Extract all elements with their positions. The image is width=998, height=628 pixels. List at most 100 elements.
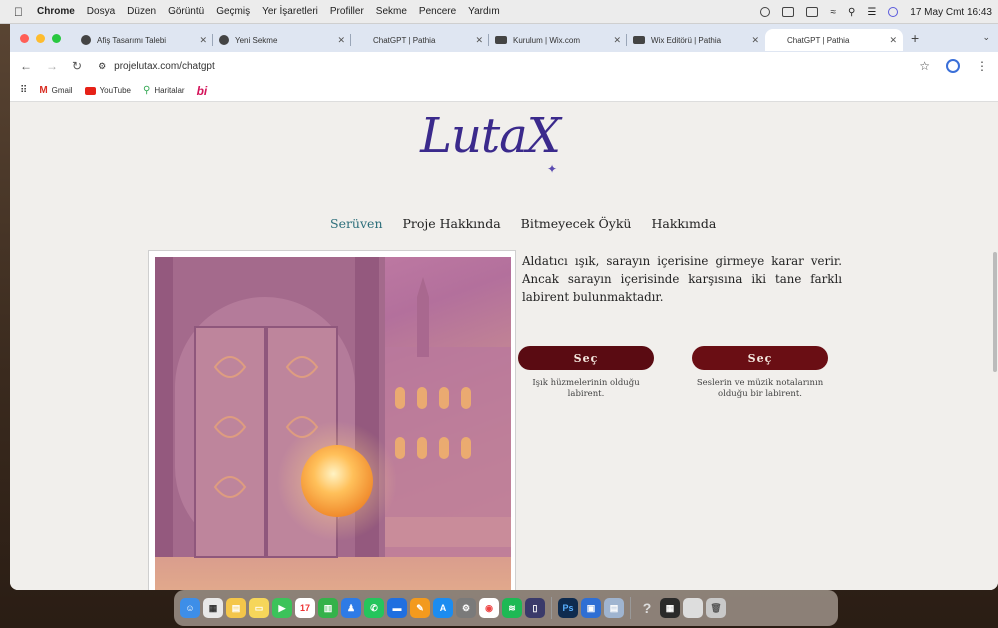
downloads-icon[interactable] — [683, 598, 703, 618]
siri-icon[interactable] — [888, 7, 899, 17]
close-tab-icon[interactable]: ✕ — [337, 35, 345, 46]
choose-light-maze-button[interactable]: Seç — [518, 346, 654, 370]
chrome-icon[interactable]: ◉ — [479, 598, 499, 618]
finder-window-icon[interactable]: ▣ — [581, 598, 601, 618]
apple-icon[interactable]:  — [14, 5, 23, 19]
tab-label: ChatGPT | Pathia — [787, 35, 850, 45]
stickies-icon[interactable]: ▭ — [249, 598, 269, 618]
whatsapp-icon[interactable]: ✆ — [364, 598, 384, 618]
bookmark-haritalar[interactable]: ⚲ Haritalar — [143, 85, 185, 96]
launchpad-icon[interactable]: ▦ — [203, 598, 223, 618]
tab-label: Afiş Tasarımı Talebi — [97, 35, 167, 45]
story-image-frame — [148, 250, 516, 590]
back-arrow-icon[interactable]: ← — [20, 59, 32, 73]
wix-favicon-icon — [495, 36, 507, 44]
gmail-icon: M — [39, 85, 48, 96]
zoom-icon[interactable]: ▬ — [387, 598, 407, 618]
wix-favicon-icon — [633, 36, 645, 44]
help-icon[interactable]: ? — [637, 598, 657, 618]
menu-dosya[interactable]: Dosya — [87, 6, 115, 17]
menu-yer-isaretleri[interactable]: Yer İşaretleri — [262, 6, 318, 17]
document-icon[interactable]: ▤ — [604, 598, 624, 618]
keynote-icon[interactable]: ♟ — [341, 598, 361, 618]
tab-chatgpt-pathia[interactable]: ChatGPT | Pathia ✕ — [351, 29, 489, 51]
battery-icon[interactable] — [806, 7, 819, 17]
minimize-window-button[interactable] — [36, 33, 45, 43]
web-page: LutaX ✦ Serüven Proje Hakkında Bitmeyece… — [10, 102, 998, 590]
sparkle-icon: ✦ — [547, 162, 558, 176]
tab-search-chevron-icon[interactable]: ⌄ — [982, 32, 990, 43]
reload-icon[interactable]: ↻ — [72, 59, 82, 73]
zoom-window-button[interactable] — [52, 33, 61, 43]
calendar-icon[interactable]: 17 — [295, 598, 315, 618]
bookmark-star-icon[interactable]: ☆ — [919, 59, 930, 73]
pages-icon[interactable]: ✎ — [410, 598, 430, 618]
bookmark-bi[interactable]: bi — [197, 84, 208, 98]
system-settings-icon[interactable]: ⚙ — [456, 598, 476, 618]
sound-maze-caption: Seslerin ve müzik notalarının olduğu bir… — [696, 378, 824, 399]
finder-icon[interactable]: ☺ — [180, 598, 200, 618]
bi-icon: bi — [196, 83, 208, 98]
chrome-favicon-icon — [219, 35, 229, 45]
recent-app-icon[interactable]: ▦ — [660, 598, 680, 618]
youtube-icon — [84, 86, 96, 95]
apps-grid-icon[interactable]: ⠿ — [20, 85, 27, 96]
search-icon[interactable]: ⚲ — [848, 7, 855, 18]
wifi-icon[interactable]: ≈ — [830, 7, 836, 18]
tab-wix-kurulum[interactable]: Kurulum | Wix.com ✕ — [489, 29, 627, 51]
profile-avatar-icon[interactable] — [946, 59, 960, 73]
menu-yardim[interactable]: Yardım — [468, 6, 500, 17]
app-store-icon[interactable]: A — [433, 598, 453, 618]
tab-label: Kurulum | Wix.com — [513, 35, 580, 45]
new-tab-button[interactable]: + — [911, 30, 919, 46]
close-tab-icon[interactable]: ✕ — [199, 35, 207, 46]
tab-label: ChatGPT | Pathia — [373, 35, 436, 45]
spotify-icon[interactable]: ≋ — [502, 598, 522, 618]
menu-duzen[interactable]: Düzen — [127, 6, 156, 17]
nav-hakkimda[interactable]: Hakkımda — [651, 216, 716, 231]
tab-chatgpt-pathia-active[interactable]: ChatGPT | Pathia ✕ — [765, 29, 903, 51]
nav-seruven[interactable]: Serüven — [330, 216, 383, 231]
url-text[interactable]: projelutax.com/chatgpt — [114, 61, 215, 72]
story-text: Aldatıcı ışık, sarayın içerisine girmeye… — [522, 254, 842, 304]
site-info-icon[interactable]: ⚙ — [98, 61, 106, 72]
control-center-icon[interactable]: ☰ — [867, 7, 876, 18]
page-scrollbar[interactable] — [990, 102, 998, 590]
menu-gecmis[interactable]: Geçmiş — [216, 6, 250, 17]
screen-record-icon[interactable] — [760, 7, 771, 17]
notes-icon[interactable]: ▤ — [226, 598, 246, 618]
nav-proje-hakkinda[interactable]: Proje Hakkında — [403, 216, 501, 231]
photoshop-icon[interactable]: Ps — [558, 598, 578, 618]
menubar-datetime[interactable]: 17 May Cmt 16:43 — [910, 7, 992, 18]
tab-yeni-sekme[interactable]: Yeni Sekme ✕ — [213, 29, 351, 51]
light-maze-caption: Işık hüzmelerinin olduğu labirent. — [532, 378, 640, 399]
more-menu-icon[interactable]: ⋮ — [976, 59, 988, 73]
preview-icon[interactable]: ▯ — [525, 598, 545, 618]
bookmark-gmail[interactable]: M Gmail — [39, 85, 72, 96]
site-nav: Serüven Proje Hakkında Bitmeyecek Öykü H… — [330, 216, 716, 231]
close-tab-icon[interactable]: ✕ — [889, 35, 897, 46]
menu-goruntu[interactable]: Görüntü — [168, 6, 204, 17]
menubar-app-name[interactable]: Chrome — [37, 6, 75, 17]
numbers-icon[interactable]: ▥ — [318, 598, 338, 618]
menubar:  Chrome Dosya Düzen Görüntü Geçmiş Yer … — [0, 0, 998, 24]
close-tab-icon[interactable]: ✕ — [475, 35, 483, 46]
choose-sound-maze-button[interactable]: Seç — [692, 346, 828, 370]
forward-arrow-icon[interactable]: → — [46, 59, 58, 73]
tab-wix-editor[interactable]: Wix Editörü | Pathia ✕ — [627, 29, 765, 51]
tab-label: Wix Editörü | Pathia — [651, 35, 722, 45]
menu-pencere[interactable]: Pencere — [419, 6, 456, 17]
tab-afis[interactable]: Afiş Tasarımı Talebi ✕ — [75, 29, 213, 51]
site-logo[interactable]: LutaX — [415, 108, 565, 168]
nav-bitmeyecek-oyku[interactable]: Bitmeyecek Öykü — [521, 216, 632, 231]
trash-icon[interactable]: 🗑 — [706, 598, 726, 618]
facetime-icon[interactable]: ▶ — [272, 598, 292, 618]
bookmark-youtube[interactable]: YouTube — [84, 86, 131, 95]
close-tab-icon[interactable]: ✕ — [613, 35, 621, 46]
bookmark-label: YouTube — [99, 86, 131, 95]
menu-profiller[interactable]: Profiller — [330, 6, 364, 17]
close-tab-icon[interactable]: ✕ — [751, 35, 759, 46]
menu-sekme[interactable]: Sekme — [376, 6, 407, 17]
close-window-button[interactable] — [20, 33, 29, 43]
screen-mirror-icon[interactable] — [782, 7, 795, 17]
